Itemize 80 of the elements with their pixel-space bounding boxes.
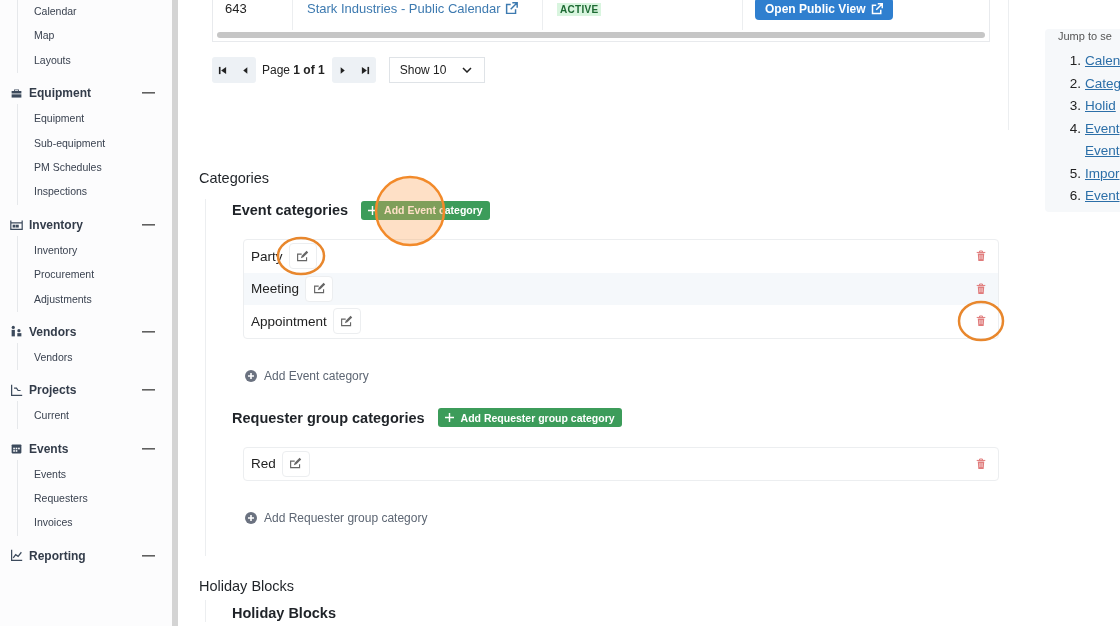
sidebar-section-title[interactable]: Inventory	[29, 217, 142, 232]
sidebar-section-title[interactable]: Events	[29, 441, 142, 456]
sidebar-section-title[interactable]: Projects	[29, 383, 142, 398]
trash-icon[interactable]	[976, 315, 986, 328]
section-heading: Categories	[199, 170, 271, 188]
toc-link[interactable]: Event	[1085, 185, 1120, 208]
chart-icon	[10, 383, 23, 397]
toolbox-icon	[10, 86, 23, 100]
toc-number: 2.	[1068, 74, 1081, 93]
trash-icon[interactable]	[976, 250, 986, 263]
sidebar-item[interactable]: Equipment	[34, 107, 172, 132]
sidebar-item[interactable]: Requesters	[34, 487, 172, 512]
toc-number: 1.	[1068, 52, 1081, 70]
add-category-link[interactable]: Add Event category	[264, 368, 369, 383]
sidebar-section-title[interactable]: Reporting	[29, 548, 142, 563]
toc-link[interactable]: Event	[1085, 140, 1120, 163]
toc-number: 6.	[1068, 187, 1081, 205]
page-indicator: Page 1 of 1	[261, 63, 326, 77]
plus-icon	[444, 413, 454, 422]
status-badge: ACTIVE	[557, 3, 602, 16]
toc-link[interactable]: Categ	[1085, 72, 1120, 95]
sidebar-section-title[interactable]: Vendors	[29, 324, 142, 339]
sidebar-item[interactable]: Adjustments	[34, 287, 172, 312]
sidebar-item[interactable]: Sub-equipment	[34, 131, 172, 156]
edit-icon	[296, 249, 309, 263]
sidebar-section-title[interactable]: Equipment	[29, 86, 142, 101]
edit-button[interactable]	[281, 450, 310, 477]
toc-number: 4.	[1068, 119, 1081, 138]
sidebar-item[interactable]: Inspections	[34, 180, 172, 205]
calendar-icon	[10, 442, 23, 456]
edit-button[interactable]	[288, 243, 317, 270]
toc-link[interactable]: Event	[1085, 117, 1120, 140]
sidebar-item[interactable]: Invoices	[34, 511, 172, 536]
edit-button[interactable]	[305, 275, 334, 302]
page-size-select[interactable]: Show 10	[388, 57, 485, 83]
calendar-link[interactable]: Stark Industries - Public Calendar	[307, 0, 501, 18]
sidebar-item[interactable]: PM Schedules	[34, 155, 172, 181]
line-chart-icon	[10, 549, 23, 563]
section-heading: Holiday Blocks	[199, 578, 296, 596]
sidebar-item[interactable]: Map	[34, 24, 172, 49]
trash-icon[interactable]	[976, 282, 986, 295]
add-category-link[interactable]: Add Requester group category	[264, 511, 428, 525]
warehouse-icon	[10, 218, 23, 232]
sidebar-item[interactable]: Layouts	[34, 48, 172, 74]
sidebar-item[interactable]: Vendors	[34, 345, 172, 371]
toc-title: Jump to se	[1058, 29, 1113, 42]
sidebar-item[interactable]: Procurement	[34, 263, 172, 288]
edit-icon	[340, 314, 354, 328]
add-circle-icon[interactable]	[245, 369, 257, 382]
open-public-view-button[interactable]: Open Public View	[755, 0, 894, 20]
subsection-heading: Event categories	[232, 202, 349, 218]
toc-link[interactable]: Calen	[1085, 50, 1120, 73]
first-page-icon[interactable]	[218, 65, 227, 75]
edit-icon	[312, 282, 326, 296]
plus-icon	[368, 205, 378, 215]
last-page-icon[interactable]	[360, 65, 370, 75]
subsection-heading: Holiday Blocks	[232, 605, 336, 621]
sidebar-item[interactable]: Current	[34, 404, 172, 429]
sidebar-item[interactable]: Calendar	[34, 0, 172, 25]
category-name: Red	[251, 456, 276, 472]
trash-icon[interactable]	[976, 457, 986, 470]
sidebar-item[interactable]: Events	[34, 462, 172, 488]
toc-number: 3.	[1068, 97, 1081, 115]
chevron-down-icon	[461, 67, 472, 73]
sidebar-item[interactable]: Inventory	[34, 238, 172, 264]
external-link-icon[interactable]	[504, 2, 518, 15]
external-link-icon	[871, 3, 884, 15]
add-circle-icon[interactable]	[245, 512, 257, 524]
category-name: Appointment	[251, 313, 327, 329]
people-icon	[10, 325, 23, 339]
previous-page-icon[interactable]	[241, 65, 250, 75]
table-cell: 643	[213, 0, 293, 30]
edit-icon	[289, 457, 303, 471]
subsection-heading: Requester group categories	[232, 409, 425, 426]
edit-button[interactable]	[332, 308, 361, 335]
toc-number: 5.	[1068, 164, 1081, 183]
category-name: Meeting	[251, 281, 300, 297]
horizontal-scrollbar[interactable]	[217, 32, 985, 38]
toc-link[interactable]: Impor	[1085, 162, 1120, 185]
toc-link[interactable]: Holid	[1085, 95, 1116, 118]
